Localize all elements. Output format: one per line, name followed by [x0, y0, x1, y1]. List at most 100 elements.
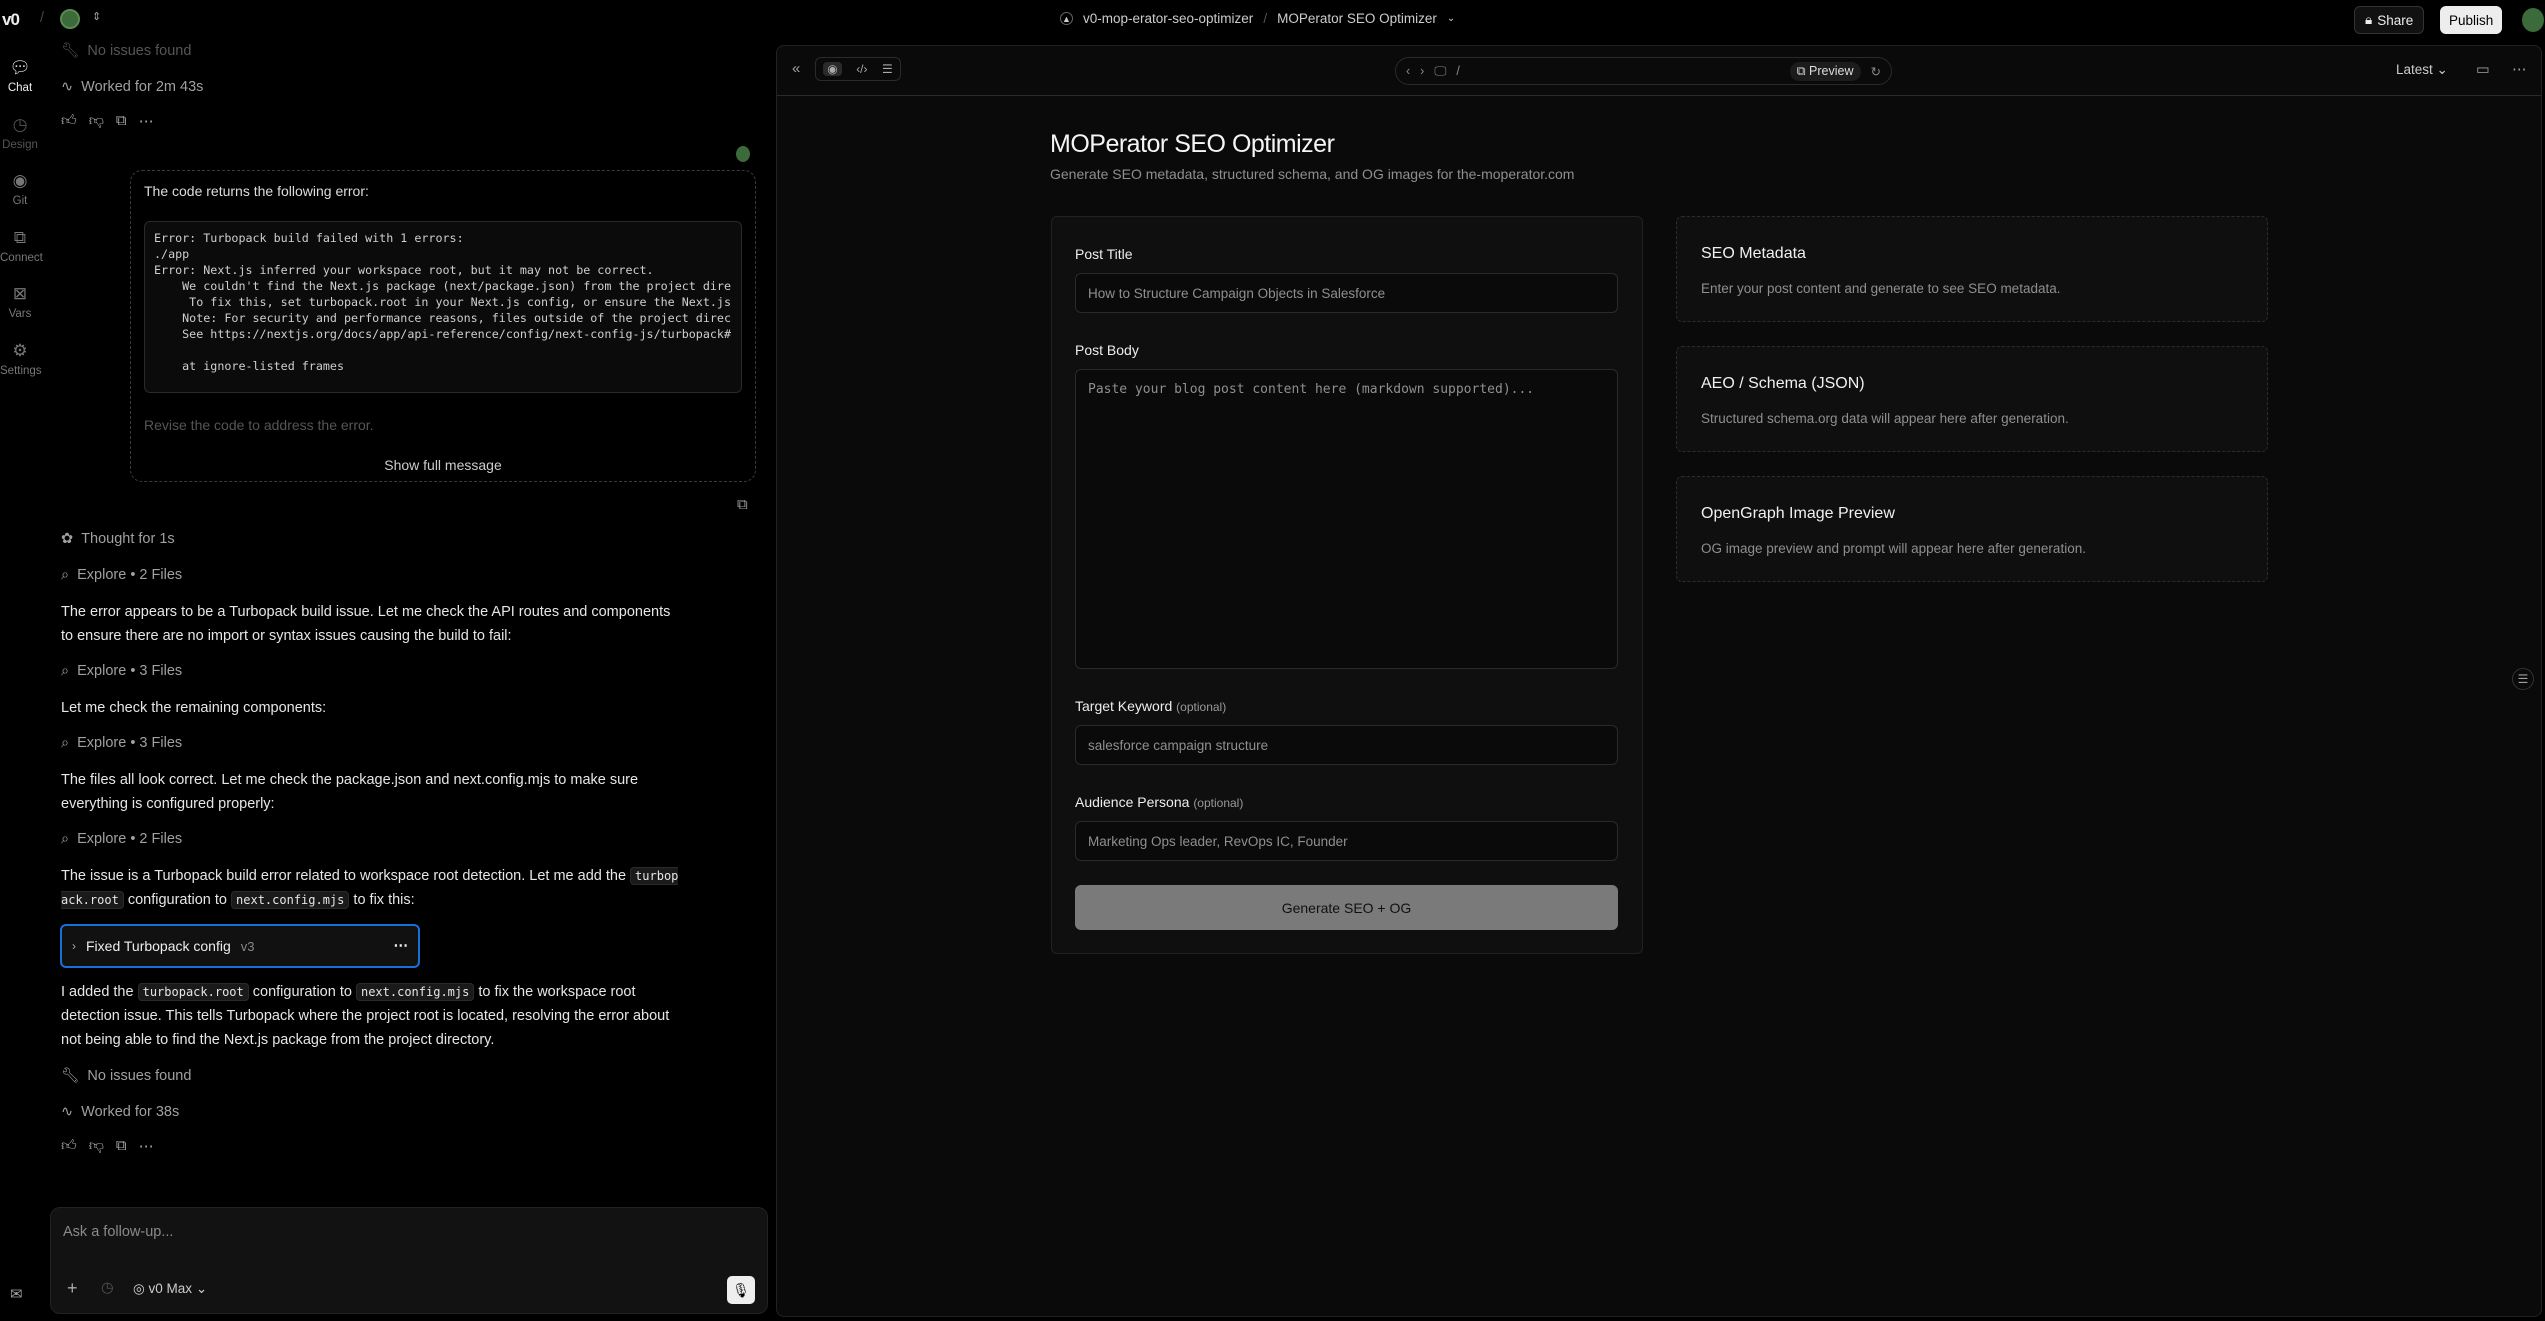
post-title-label: Post Title	[1075, 246, 1133, 262]
lock-icon: 🔒︎	[2365, 12, 2373, 27]
plus-icon[interactable]: +	[67, 1278, 78, 1299]
open-preview-button[interactable]: ⧉ Preview	[1789, 61, 1861, 81]
v0-logo[interactable]: v0	[2, 10, 20, 30]
project-name[interactable]: v0-mop-erator-seo-optimizer	[1083, 11, 1253, 26]
error-line: We couldn't find the Next.js package (ne…	[154, 279, 731, 293]
design-mode-icon[interactable]: ◷	[101, 1280, 114, 1296]
model-selector[interactable]: ◎ v0 Max ⌄	[133, 1281, 207, 1297]
breadcrumb: ▲ v0-mop-erator-seo-optimizer / MOPerato…	[1060, 11, 1455, 26]
inline-code: next.config.mjs	[231, 891, 350, 909]
error-line	[154, 342, 732, 358]
share-button[interactable]: 🔒︎ Share	[2354, 6, 2425, 34]
explore-item[interactable]: ⌕ Explore • 3 Files	[61, 663, 182, 679]
error-line: See https://nextjs.org/docs/app/api-refe…	[154, 327, 731, 341]
seo-metadata-card: SEO Metadata Enter your post content and …	[1676, 216, 2268, 322]
avatar[interactable]	[60, 9, 80, 29]
refresh-icon[interactable]: ↻	[1871, 64, 1881, 79]
device-icon[interactable]: 🖵︎	[1434, 64, 1446, 79]
explore-item[interactable]: ⌕ Explore • 3 Files	[61, 735, 182, 751]
vars-icon: ⊠	[12, 284, 28, 303]
search-icon: ⌕	[61, 831, 70, 847]
assistant-paragraph: The error appears to be a Turbopack buil…	[61, 604, 671, 644]
layout-icon[interactable]: ▭	[2476, 62, 2490, 78]
thumbs-up-icon[interactable]: 👍︎	[61, 1137, 77, 1155]
external-link-icon: ⧉	[1796, 63, 1806, 78]
assistant-paragraph: Let me check the remaining components:	[61, 700, 327, 716]
assistant-paragraph: I added the turbopack.root configuration…	[61, 983, 670, 1048]
revise-text: Revise the code to address the error.	[144, 417, 374, 433]
page-name[interactable]: MOPerator SEO Optimizer	[1277, 11, 1437, 26]
error-code-block: Error: Turbopack build failed with 1 err…	[144, 221, 742, 393]
rail-vars[interactable]: ⊠ Vars	[0, 284, 40, 320]
thought-status[interactable]: ✿ Thought for 1s	[61, 531, 175, 547]
share-label: Share	[2377, 12, 2414, 28]
chevron-updown-icon[interactable]: ⇕	[92, 10, 101, 23]
schema-card: AEO / Schema (JSON) Structured schema.org…	[1676, 346, 2268, 452]
version-title: Fixed Turbopack config	[86, 938, 231, 954]
version-selector[interactable]: Latest ⌄	[2396, 62, 2448, 78]
search-icon: ⌕	[61, 567, 70, 583]
rail-chat[interactable]: 💬︎ Chat	[0, 58, 40, 94]
assistant-paragraph: The files all look correct. Let me check…	[61, 772, 639, 812]
user-message-intro: The code returns the following error:	[144, 183, 369, 199]
assistant-paragraph: The issue is a Turbopack build error rel…	[61, 867, 679, 909]
wrench-icon: 🔧︎	[61, 43, 80, 59]
database-icon[interactable]: ☰	[882, 62, 893, 76]
code-icon[interactable]: ‹/›	[856, 62, 867, 76]
microphone-button[interactable]: 🎙︎	[727, 1276, 755, 1304]
chat-input[interactable]: Ask a follow-up...	[63, 1224, 173, 1240]
forward-icon[interactable]: ›	[1420, 64, 1424, 78]
back-icon[interactable]: ‹	[1406, 64, 1410, 78]
message-actions: 👍︎ 👎︎ ⧉ ⋯	[61, 112, 154, 130]
url-path[interactable]: /	[1456, 64, 1459, 78]
target-keyword-input[interactable]: salesforce campaign structure	[1075, 725, 1618, 765]
user-avatar[interactable]	[2522, 8, 2544, 32]
explore-item[interactable]: ⌕ Explore • 2 Files	[61, 831, 182, 847]
show-full-message-button[interactable]: Show full message	[144, 457, 742, 473]
generate-button[interactable]: Generate SEO + OG	[1075, 885, 1618, 930]
rail-settings[interactable]: ⚙︎ Settings	[0, 341, 42, 377]
publish-button[interactable]: Publish	[2440, 6, 2503, 34]
more-icon[interactable]: ⋯	[2512, 62, 2527, 78]
chat-icon: 💬︎	[9, 58, 31, 77]
github-icon: ◉	[12, 171, 28, 190]
more-icon[interactable]: ⋯	[139, 112, 154, 130]
status-no-issues-top: 🔧︎ No issues found	[61, 42, 192, 60]
error-line: Note: For security and performance reaso…	[154, 311, 731, 325]
feedback-icon[interactable]: ✉︎	[10, 1285, 23, 1303]
search-icon: ⌕	[61, 663, 70, 679]
settings-sliders-icon[interactable]: ☰	[2512, 668, 2534, 690]
chevron-down-icon[interactable]: ⌄	[1447, 13, 1455, 24]
brain-icon: ✿	[61, 531, 74, 547]
rail-design[interactable]: ◷ Design	[0, 115, 40, 151]
thumbs-up-icon[interactable]: 👍︎	[61, 112, 77, 130]
thumbs-down-icon[interactable]: 👎︎	[89, 1137, 104, 1155]
version-card[interactable]: › Fixed Turbopack config v3 ⋯	[60, 924, 420, 968]
url-bar[interactable]: ‹ › 🖵︎ / ⧉ Preview ↻	[1395, 57, 1892, 85]
og-preview-card: OpenGraph Image Preview OG image preview …	[1676, 476, 2268, 582]
copy-icon[interactable]: ⧉	[116, 112, 127, 130]
rail-git[interactable]: ◉ Git	[0, 171, 40, 207]
rail-connect[interactable]: ⧉ Connect	[0, 228, 43, 264]
inline-code: next.config.mjs	[355, 983, 475, 1001]
search-icon: ⌕	[61, 735, 70, 751]
more-icon[interactable]: ⋯	[394, 938, 409, 954]
post-body-textarea[interactable]: Paste your blog post content here (markd…	[1075, 369, 1618, 669]
connect-icon: ⧉	[13, 228, 27, 247]
collapse-icon[interactable]: «	[792, 60, 800, 77]
audience-persona-input[interactable]: Marketing Ops leader, RevOps IC, Founder	[1075, 821, 1618, 861]
page-subtitle: Generate SEO metadata, structured schema…	[1050, 166, 1575, 182]
thumbs-down-icon[interactable]: 👎︎	[89, 112, 104, 130]
more-icon[interactable]: ⋯	[139, 1137, 154, 1155]
chat-input-box[interactable]: Ask a follow-up... + ◷ ◎ v0 Max ⌄ 🎙︎	[50, 1207, 768, 1314]
error-line: To fix this, set turbopack.root in your …	[154, 295, 731, 309]
copy-icon[interactable]: ⧉	[737, 496, 748, 513]
explore-item[interactable]: ⌕ Explore • 2 Files	[61, 567, 182, 583]
post-title-input[interactable]: How to Structure Campaign Objects in Sal…	[1075, 273, 1618, 313]
separator: /	[1263, 11, 1268, 26]
status-worked-top: ∿ Worked for 2m 43s	[61, 79, 204, 95]
copy-icon[interactable]: ⧉	[116, 1137, 127, 1155]
design-icon: ◷	[12, 115, 28, 134]
chevron-right-icon[interactable]: ›	[72, 939, 76, 953]
eye-icon[interactable]: ◉	[823, 62, 842, 76]
